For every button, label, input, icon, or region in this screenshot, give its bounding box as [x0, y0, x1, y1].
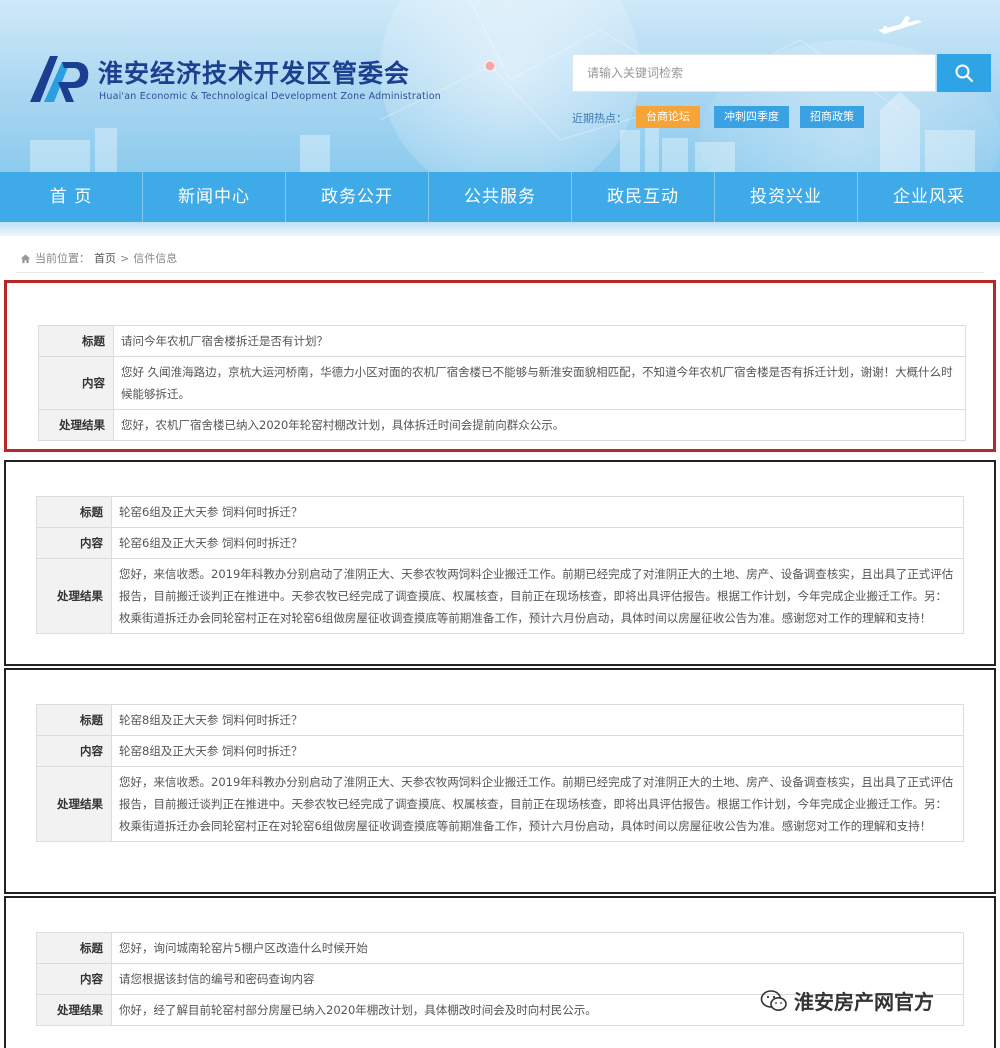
- letter-card: 标题 您好，询问城南轮窑片5棚户区改造什么时候开始 内容 请您根据该封信的编号和…: [4, 896, 996, 1048]
- letter-content: 轮窑6组及正大天参 饲料何时拆迁？: [111, 527, 964, 559]
- table-row: 标题 轮窑8组及正大天参 饲料何时拆迁？: [36, 704, 964, 736]
- breadcrumb-home-link[interactable]: 首页: [94, 250, 116, 266]
- breadcrumb-separator: >: [120, 251, 130, 265]
- content-label: 内容: [36, 735, 112, 767]
- table-row: 标题 请问今年农机厂宿舍楼拆迁是否有计划？: [38, 325, 966, 357]
- title-label: 标题: [38, 325, 114, 357]
- nav-item-public-services[interactable]: 公共服务: [429, 172, 572, 222]
- letter-title: 轮窑6组及正大天参 饲料何时拆迁？: [111, 496, 964, 528]
- letter-table: 标题 请问今年农机厂宿舍楼拆迁是否有计划？ 内容 您好 久闻淮海路边，京杭大运河…: [38, 325, 966, 441]
- nav-item-interaction[interactable]: 政民互动: [572, 172, 715, 222]
- hot-tag-investment-policy[interactable]: 招商政策: [800, 106, 864, 128]
- letter-title: 您好，询问城南轮窑片5棚户区改造什么时候开始: [111, 932, 964, 964]
- site-title: 淮安经济技术开发区管委会: [98, 59, 411, 88]
- letter-result: 您好，来信收悉。2019年科教办分别启动了淮阴正大、天参农牧两饲料企业搬迁工作。…: [111, 558, 964, 634]
- hot-topics-label: 近期热点：: [572, 112, 627, 125]
- letter-content: 您好 久闻淮海路边，京杭大运河桥南，华德力小区对面的农机厂宿舍楼已不能够与新淮安…: [113, 356, 966, 410]
- result-label: 处理结果: [36, 994, 112, 1026]
- result-label: 处理结果: [36, 558, 112, 634]
- letter-table: 标题 轮窑6组及正大天参 饲料何时拆迁？ 内容 轮窑6组及正大天参 饲料何时拆迁…: [36, 496, 964, 634]
- nav-shadow-strip: [0, 222, 1000, 236]
- letter-card: 标题 轮窑8组及正大天参 饲料何时拆迁？ 内容 轮窑8组及正大天参 饲料何时拆迁…: [4, 668, 996, 894]
- title-label: 标题: [36, 932, 112, 964]
- search-button[interactable]: [937, 54, 991, 92]
- nav-item-investment[interactable]: 投资兴业: [715, 172, 858, 222]
- table-row: 内容 您好 久闻淮海路边，京杭大运河桥南，华德力小区对面的农机厂宿舍楼已不能够与…: [38, 356, 966, 410]
- table-row: 处理结果 您好，来信收悉。2019年科教办分别启动了淮阴正大、天参农牧两饲料企业…: [36, 766, 964, 842]
- site-subtitle: Huai'an Economic & Technological Develop…: [99, 91, 441, 102]
- table-row: 标题 轮窑6组及正大天参 饲料何时拆迁？: [36, 496, 964, 528]
- table-row: 标题 您好，询问城南轮窑片5棚户区改造什么时候开始: [36, 932, 964, 964]
- site-header: 淮安经济技术开发区管委会 Huai'an Economic & Technolo…: [0, 0, 1000, 172]
- home-icon: [20, 253, 31, 263]
- table-row: 处理结果 您好，来信收悉。2019年科教办分别启动了淮阴正大、天参农牧两饲料企业…: [36, 558, 964, 634]
- letter-title: 请问今年农机厂宿舍楼拆迁是否有计划？: [113, 325, 966, 357]
- watermark: 淮安房产网官方: [760, 986, 934, 1015]
- letter-result: 您好，来信收悉。2019年科教办分别启动了淮阴正大、天参农牧两饲料企业搬迁工作。…: [111, 766, 964, 842]
- main-nav: 首 页 新闻中心 政务公开 公共服务 政民互动 投资兴业 企业风采: [0, 172, 1000, 222]
- airplane-icon: [878, 16, 922, 34]
- letter-result: 您好，农机厂宿舍楼已纳入2020年轮窑村棚改计划，具体拆迁时间会提前向群众公示。: [113, 409, 966, 441]
- content-label: 内容: [36, 527, 112, 559]
- breadcrumb-current: 信件信息: [133, 252, 178, 265]
- letter-table: 标题 轮窑8组及正大天参 饲料何时拆迁？ 内容 轮窑8组及正大天参 饲料何时拆迁…: [36, 704, 964, 842]
- letter-card-highlighted: 标题 请问今年农机厂宿舍楼拆迁是否有计划？ 内容 您好 久闻淮海路边，京杭大运河…: [4, 280, 996, 452]
- hot-tag-q4-sprint[interactable]: 冲刺四季度: [714, 106, 789, 128]
- table-row: 处理结果 您好，农机厂宿舍楼已纳入2020年轮窑村棚改计划，具体拆迁时间会提前向…: [38, 409, 966, 441]
- letter-content: 轮窑8组及正大天参 饲料何时拆迁？: [111, 735, 964, 767]
- nav-item-enterprises[interactable]: 企业风采: [858, 172, 1000, 222]
- hot-tag-taishang-forum[interactable]: 台商论坛: [636, 106, 700, 128]
- divider: [16, 272, 984, 273]
- site-logo-icon: [30, 56, 89, 102]
- table-row: 内容 轮窑6组及正大天参 饲料何时拆迁？: [36, 527, 964, 559]
- nav-item-home[interactable]: 首 页: [0, 172, 143, 222]
- search-box: [572, 54, 936, 92]
- title-label: 标题: [36, 704, 112, 736]
- content-label: 内容: [36, 963, 112, 995]
- breadcrumb-prefix: 当前位置：: [35, 252, 90, 265]
- content-label: 内容: [38, 356, 114, 410]
- wechat-icon: [760, 989, 787, 1011]
- nav-item-news[interactable]: 新闻中心: [143, 172, 286, 222]
- nav-item-government-affairs[interactable]: 政务公开: [286, 172, 429, 222]
- result-label: 处理结果: [36, 766, 112, 842]
- letter-card: 标题 轮窑6组及正大天参 饲料何时拆迁？ 内容 轮窑6组及正大天参 饲料何时拆迁…: [4, 460, 996, 666]
- letter-title: 轮窑8组及正大天参 饲料何时拆迁？: [111, 704, 964, 736]
- search-input[interactable]: [573, 55, 935, 91]
- search-icon: [955, 64, 974, 83]
- breadcrumb: 当前位置： 首页 > 信件信息: [20, 250, 177, 266]
- result-label: 处理结果: [38, 409, 114, 441]
- watermark-text: 淮安房产网官方: [794, 990, 934, 1014]
- title-label: 标题: [36, 496, 112, 528]
- table-row: 内容 轮窑8组及正大天参 饲料何时拆迁？: [36, 735, 964, 767]
